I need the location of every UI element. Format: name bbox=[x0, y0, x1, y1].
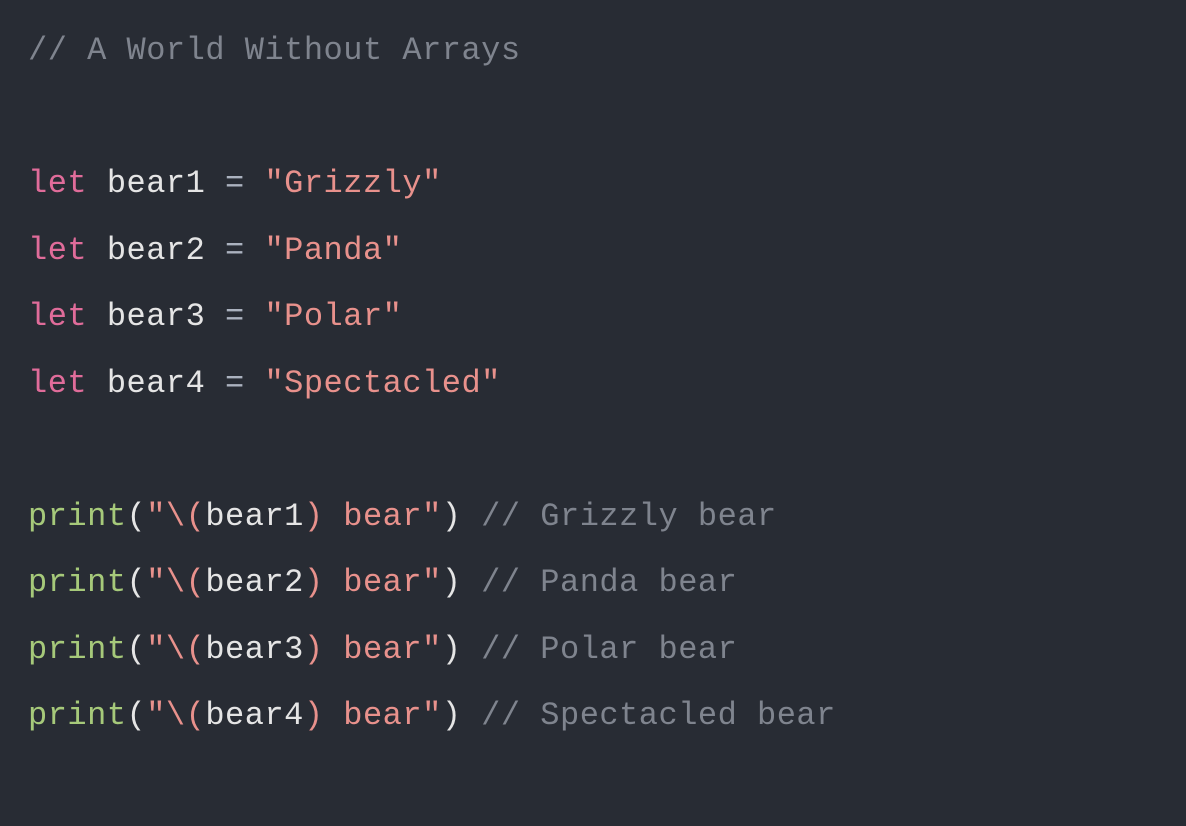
code-line-let: let bear1 = "Grizzly" bbox=[28, 165, 442, 202]
function-name: print bbox=[28, 697, 127, 734]
paren-close: ) bbox=[442, 631, 462, 668]
code-line-print: print("\(bear3) bear") // Polar bear bbox=[28, 631, 737, 668]
paren-close: ) bbox=[442, 498, 462, 535]
string-close: ) bear" bbox=[304, 564, 442, 601]
identifier: bear4 bbox=[107, 365, 206, 402]
string-open: "\( bbox=[146, 564, 205, 601]
operator-equals: = bbox=[225, 365, 245, 402]
code-line-let: let bear3 = "Polar" bbox=[28, 298, 402, 335]
interpolated-var: bear2 bbox=[205, 564, 304, 601]
code-line-blank bbox=[28, 99, 48, 136]
function-name: print bbox=[28, 564, 127, 601]
comment-text: // A World Without Arrays bbox=[28, 32, 521, 69]
keyword-let: let bbox=[28, 365, 87, 402]
interpolated-var: bear1 bbox=[205, 498, 304, 535]
identifier: bear1 bbox=[107, 165, 206, 202]
paren-close: ) bbox=[442, 564, 462, 601]
string-open: "\( bbox=[146, 631, 205, 668]
code-line-print: print("\(bear1) bear") // Grizzly bear bbox=[28, 498, 777, 535]
function-name: print bbox=[28, 498, 127, 535]
code-line-print: print("\(bear2) bear") // Panda bear bbox=[28, 564, 737, 601]
code-block: // A World Without Arrays let bear1 = "G… bbox=[0, 0, 1186, 768]
string-open: "\( bbox=[146, 697, 205, 734]
code-line-blank bbox=[28, 431, 48, 468]
string-close: ) bear" bbox=[304, 631, 442, 668]
paren-close: ) bbox=[442, 697, 462, 734]
function-name: print bbox=[28, 631, 127, 668]
identifier: bear2 bbox=[107, 232, 206, 269]
paren-open: ( bbox=[127, 631, 147, 668]
operator-equals: = bbox=[225, 298, 245, 335]
operator-equals: = bbox=[225, 165, 245, 202]
string-literal: "Polar" bbox=[264, 298, 402, 335]
identifier: bear3 bbox=[107, 298, 206, 335]
operator-equals: = bbox=[225, 232, 245, 269]
keyword-let: let bbox=[28, 165, 87, 202]
code-line-print: print("\(bear4) bear") // Spectacled bea… bbox=[28, 697, 836, 734]
code-line-let: let bear4 = "Spectacled" bbox=[28, 365, 501, 402]
comment-text: // Grizzly bear bbox=[481, 498, 777, 535]
paren-open: ( bbox=[127, 697, 147, 734]
string-literal: "Panda" bbox=[264, 232, 402, 269]
code-line-let: let bear2 = "Panda" bbox=[28, 232, 402, 269]
interpolated-var: bear4 bbox=[205, 697, 304, 734]
keyword-let: let bbox=[28, 232, 87, 269]
paren-open: ( bbox=[127, 498, 147, 535]
comment-text: // Panda bear bbox=[481, 564, 737, 601]
string-literal: "Grizzly" bbox=[264, 165, 441, 202]
paren-open: ( bbox=[127, 564, 147, 601]
string-literal: "Spectacled" bbox=[264, 365, 500, 402]
code-line-comment: // A World Without Arrays bbox=[28, 32, 521, 69]
string-close: ) bear" bbox=[304, 498, 442, 535]
comment-text: // Polar bear bbox=[481, 631, 737, 668]
keyword-let: let bbox=[28, 298, 87, 335]
interpolated-var: bear3 bbox=[205, 631, 304, 668]
string-close: ) bear" bbox=[304, 697, 442, 734]
comment-text: // Spectacled bear bbox=[481, 697, 836, 734]
string-open: "\( bbox=[146, 498, 205, 535]
